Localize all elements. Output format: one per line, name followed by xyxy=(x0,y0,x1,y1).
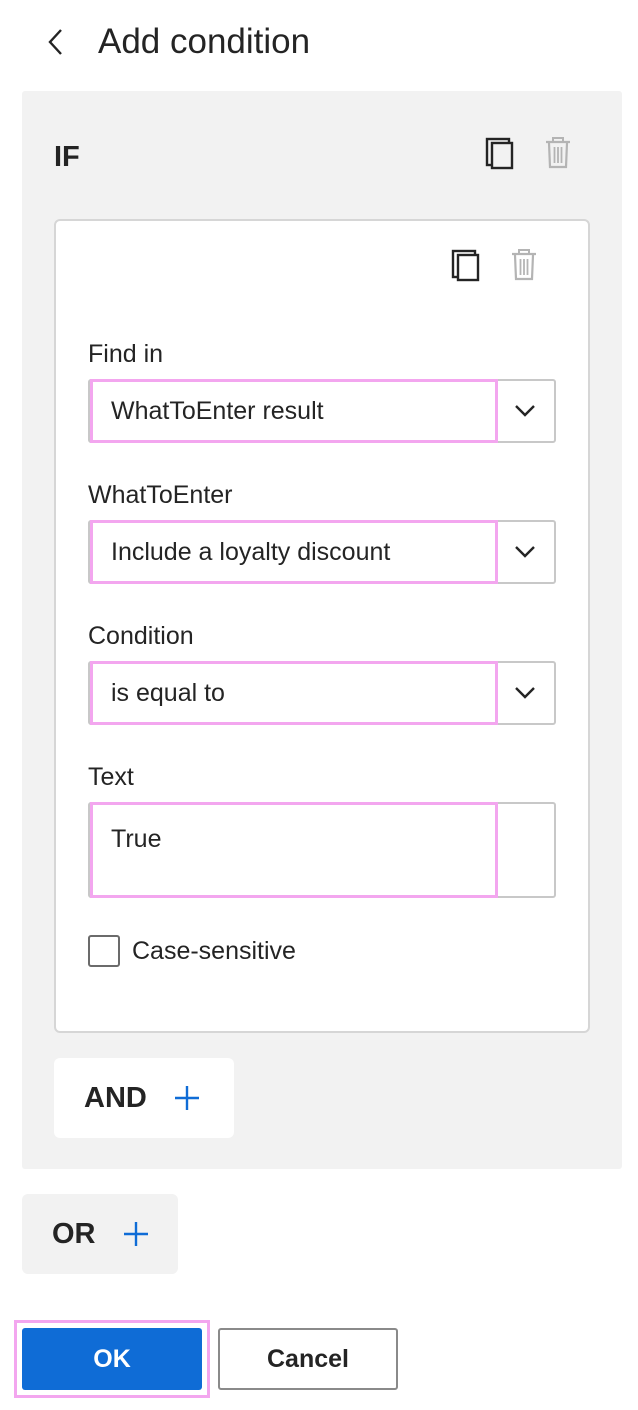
condition-copy-button[interactable] xyxy=(446,245,486,285)
what-to-enter-dropdown-button[interactable] xyxy=(496,522,554,582)
page-title: Add condition xyxy=(98,22,311,61)
condition-select[interactable]: is equal to xyxy=(88,661,556,725)
if-label: IF xyxy=(54,141,80,173)
case-sensitive-row[interactable]: Case-sensitive xyxy=(88,935,296,967)
text-label: Text xyxy=(88,763,134,791)
find-in-label: Find in xyxy=(88,340,164,368)
add-or-button[interactable]: OR xyxy=(22,1194,178,1274)
what-to-enter-value: Include a loyalty discount xyxy=(90,520,498,584)
chevron-down-icon xyxy=(515,546,535,558)
chevron-left-icon xyxy=(48,29,62,55)
condition-value: is equal to xyxy=(90,661,498,725)
trash-icon xyxy=(546,137,570,169)
condition-dropdown-button[interactable] xyxy=(496,663,554,723)
if-delete-button[interactable] xyxy=(538,133,578,173)
copy-icon xyxy=(485,137,514,170)
header: Add condition xyxy=(0,0,638,84)
chevron-down-icon xyxy=(515,687,535,699)
case-sensitive-label: Case-sensitive xyxy=(132,936,296,965)
and-label: AND xyxy=(84,1081,147,1114)
condition-label: Condition xyxy=(88,622,194,650)
or-label: OR xyxy=(52,1217,96,1250)
chevron-down-icon xyxy=(515,405,535,417)
find-in-dropdown-button[interactable] xyxy=(496,381,554,441)
copy-icon xyxy=(451,249,480,282)
add-and-button[interactable]: AND xyxy=(54,1058,234,1138)
condition-card: Find in WhatToEnter result WhatToEnter I… xyxy=(54,219,590,1033)
plus-icon xyxy=(174,1086,199,1110)
find-in-select[interactable]: WhatToEnter result xyxy=(88,379,556,443)
case-sensitive-checkbox[interactable] xyxy=(88,935,120,967)
ok-button[interactable]: OK xyxy=(22,1328,202,1390)
if-copy-button[interactable] xyxy=(480,133,520,173)
find-in-value: WhatToEnter result xyxy=(90,379,498,443)
cancel-button[interactable]: Cancel xyxy=(218,1328,398,1390)
condition-delete-button[interactable] xyxy=(504,245,544,285)
text-input-value: True xyxy=(90,802,498,898)
what-to-enter-select[interactable]: Include a loyalty discount xyxy=(88,520,556,584)
back-button[interactable] xyxy=(36,22,76,62)
what-to-enter-label: WhatToEnter xyxy=(88,481,233,509)
trash-icon xyxy=(512,249,536,281)
if-block: IF Find in WhatToEnter result WhatToEnte… xyxy=(22,91,622,1169)
text-input[interactable]: True xyxy=(88,802,556,898)
plus-icon xyxy=(123,1222,148,1246)
